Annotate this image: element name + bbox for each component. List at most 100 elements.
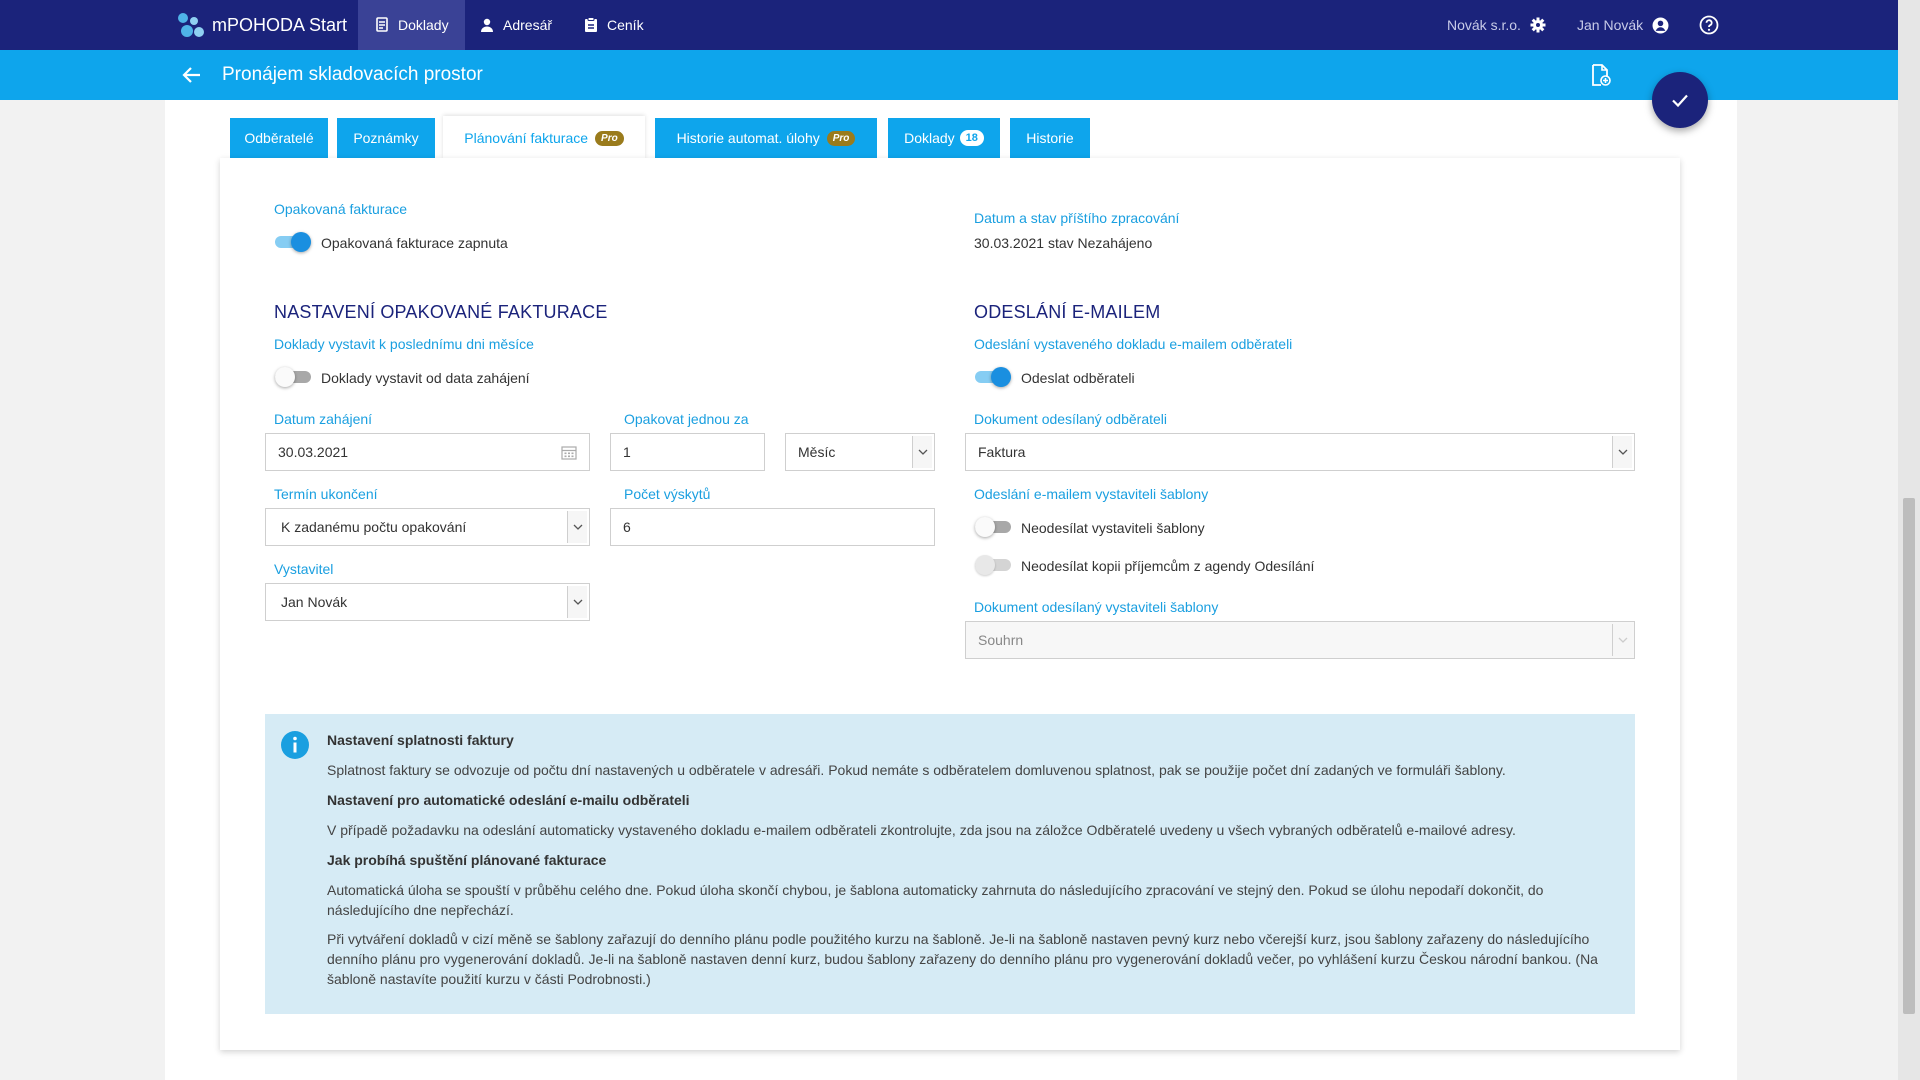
repeat-label: Opakovat jednou za: [624, 411, 749, 427]
scrollbar[interactable]: [1898, 0, 1920, 1080]
tab-label: Historie automat. úlohy: [676, 130, 820, 146]
nav-item-adresar[interactable]: Adresář: [463, 0, 568, 50]
end-value: K zadanému počtu opakování: [281, 519, 467, 535]
pro-badge: Pro: [826, 130, 856, 146]
chevron-down-icon[interactable]: [1612, 624, 1632, 656]
send-email-toggle[interactable]: [975, 367, 1011, 387]
info-icon: [281, 731, 309, 759]
recurring-label: Opakovaná fakturace: [274, 201, 408, 217]
issuer-select[interactable]: Jan Novák: [265, 583, 590, 621]
tab-label: Doklady: [904, 130, 955, 146]
company-settings[interactable]: Novák s.r.o.: [1447, 0, 1546, 50]
chevron-down-icon[interactable]: [1612, 436, 1632, 468]
start-date-field[interactable]: 30.03.2021: [265, 433, 590, 471]
count-value: 6: [623, 519, 631, 535]
copy-recipients-toggle[interactable]: [975, 555, 1011, 575]
next-run-value: 30.03.2021 stav Nezahájeno: [974, 235, 1153, 251]
person-icon: [481, 18, 493, 32]
end-label: Termín ukončení: [274, 486, 378, 502]
tab-label: Historie: [1026, 130, 1074, 146]
brand-name: mPOHODA Start: [212, 14, 348, 35]
recurring-toggle-label: Opakovaná fakturace zapnuta: [321, 235, 508, 251]
tab-planovani-fakturace[interactable]: Plánování fakturace Pro: [443, 116, 645, 160]
issuer-value: Jan Novák: [281, 594, 348, 610]
tab-label: Odběratelé: [244, 130, 314, 146]
count-badge: 18: [959, 130, 984, 146]
tab-odberatele[interactable]: Odběratelé: [230, 118, 328, 158]
tab-historie[interactable]: Historie: [1010, 118, 1090, 158]
template-email-label: Odeslání e-mailem vystaviteli šablony: [974, 486, 1209, 502]
recurring-toggle[interactable]: [275, 232, 311, 252]
send-email-toggle-label: Odeslat odběrateli: [1021, 370, 1135, 386]
page-title: Pronájem skladovacích prostor: [222, 64, 483, 85]
info-heading-due: Nastavení splatnosti faktury: [327, 732, 514, 748]
title-bar: Pronájem skladovacích prostor: [0, 50, 1898, 100]
back-arrow-icon[interactable]: [180, 63, 204, 87]
end-select[interactable]: K zadanému počtu opakování: [265, 508, 590, 546]
chevron-down-icon[interactable]: [567, 511, 587, 543]
count-input[interactable]: 6: [610, 508, 935, 546]
info-box: Nastavení splatnosti faktury Splatnost f…: [265, 714, 1635, 1014]
tab-poznamky[interactable]: Poznámky: [337, 118, 435, 158]
confirm-button[interactable]: [1652, 72, 1708, 128]
document-add-icon[interactable]: [1588, 63, 1612, 87]
email-doc-label: Dokument odesílaný odběrateli: [974, 411, 1168, 427]
calendar-icon[interactable]: [561, 445, 577, 460]
repeat-unit-select[interactable]: Měsíc: [785, 433, 935, 471]
brand[interactable]: mPOHODA Start: [178, 0, 347, 50]
company-name: Novák s.r.o.: [1447, 17, 1521, 33]
tab-label: Poznámky: [353, 130, 419, 146]
documents-icon: [376, 17, 388, 32]
pro-badge: Pro: [595, 130, 624, 146]
account-icon[interactable]: [1652, 17, 1669, 34]
tab-doklady[interactable]: Doklady 18: [888, 118, 1000, 158]
template-email-toggle[interactable]: [975, 517, 1011, 537]
help-icon[interactable]: [1699, 15, 1719, 35]
scrollbar-thumb[interactable]: [1903, 498, 1915, 1014]
info-text-currency: Při vytváření dokladů v cizí měně se šab…: [327, 931, 1598, 987]
end-of-month-label: Doklady vystavit k poslednímu dni měsíce: [274, 336, 534, 352]
from-start-toggle[interactable]: [275, 367, 311, 387]
template-doc-select[interactable]: Souhrn: [965, 621, 1635, 659]
count-label: Počet výskytů: [624, 486, 711, 502]
repeat-unit-value: Měsíc: [798, 444, 836, 460]
info-text-due: Splatnost faktury se odvozuje od počtu d…: [327, 762, 1506, 778]
start-date-label: Datum zahájení: [274, 411, 373, 427]
pohoda-logo-icon: [178, 13, 204, 37]
tab-label: Plánování fakturace: [464, 130, 589, 146]
gear-icon[interactable]: [1530, 17, 1546, 33]
copy-recipients-toggle-label: Neodesílat kopii příjemcům z agendy Odes…: [1021, 558, 1315, 574]
info-heading-email: Nastavení pro automatické odeslání e-mai…: [327, 792, 690, 808]
user-name: Jan Novák: [1577, 17, 1644, 33]
template-email-toggle-label: Neodesílat vystaviteli šablony: [1021, 520, 1205, 536]
top-navigation: mPOHODA Start Doklady Adresář Ceník Nová…: [0, 0, 1898, 50]
repeat-interval-input[interactable]: 1: [610, 433, 765, 471]
check-icon: [1672, 94, 1688, 108]
from-start-toggle-label: Doklady vystavit od data zahájení: [321, 370, 530, 386]
email-heading: ODESLÁNÍ E-MAILEM: [974, 302, 1161, 322]
template-doc-value: Souhrn: [978, 632, 1024, 648]
help-button[interactable]: [1699, 0, 1719, 50]
issuer-label: Vystavitel: [274, 561, 334, 577]
chevron-down-icon[interactable]: [567, 586, 587, 618]
start-date-value: 30.03.2021: [278, 444, 349, 460]
nav-item-doklady[interactable]: Doklady: [358, 0, 465, 50]
user-menu[interactable]: Jan Novák: [1577, 0, 1669, 50]
nav-item-label: Ceník: [607, 17, 644, 33]
next-run-label: Datum a stav příštího zpracování: [974, 210, 1180, 226]
nav-item-label: Adresář: [503, 17, 553, 33]
pricelist-icon: [585, 17, 597, 32]
repeat-interval-value: 1: [623, 444, 631, 460]
info-text-email: V případě požadavku na odeslání automati…: [327, 822, 1516, 838]
info-text-run: Automatická úloha se spouští v průběhu c…: [327, 882, 1544, 918]
info-heading-run: Jak probíhá spuštění plánované fakturace: [327, 852, 607, 868]
send-email-label: Odeslání vystaveného dokladu e-mailem od…: [974, 336, 1293, 352]
tab-historie-automat-ulohy[interactable]: Historie automat. úlohy Pro: [655, 118, 877, 158]
nav-item-label: Doklady: [398, 17, 449, 33]
settings-heading: NASTAVENÍ OPAKOVANÉ FAKTURACE: [274, 302, 608, 322]
template-doc-label: Dokument odesílaný vystaviteli šablony: [974, 599, 1219, 615]
chevron-down-icon[interactable]: [912, 436, 932, 468]
email-doc-value: Faktura: [978, 444, 1026, 460]
nav-item-cenik[interactable]: Ceník: [567, 0, 660, 50]
email-doc-select[interactable]: Faktura: [965, 433, 1635, 471]
